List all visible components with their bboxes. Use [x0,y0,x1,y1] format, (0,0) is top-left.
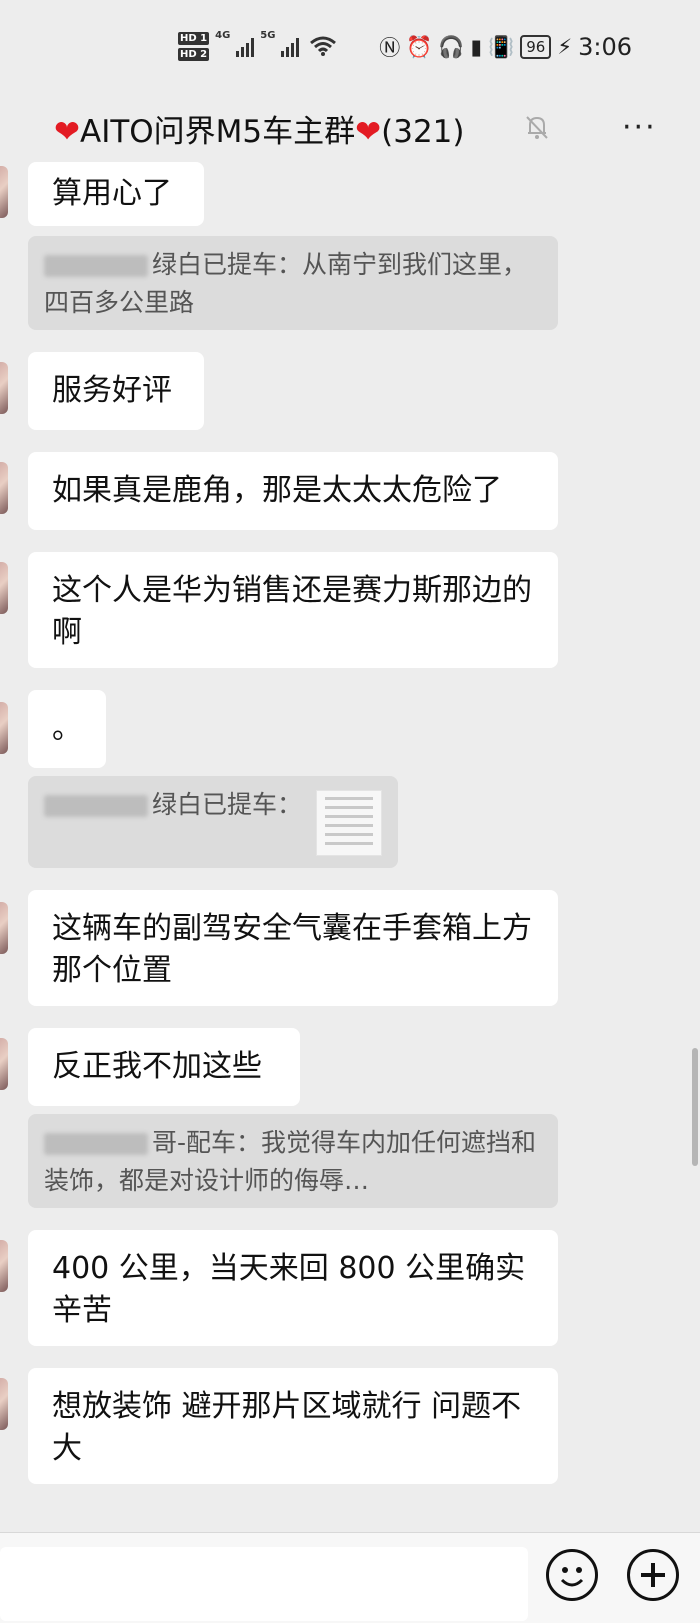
message-bubble[interactable]: 想放装饰 避开那片区域就行 问题不大 [28,1368,558,1484]
plus-button[interactable] [627,1549,679,1601]
message-input[interactable] [0,1547,528,1621]
message-text: 这辆车的副驾安全气囊在手套箱上方那个位置 [52,911,532,988]
more-options-button[interactable]: ··· [622,110,657,145]
heart-icon: ❤ [54,114,80,150]
avatar[interactable] [0,1378,8,1430]
system-indicators: Ⓝ ⏰ 🎧 ▮ 📳 96 ⚡ 3:06 [379,30,632,64]
hd2-badge: HD 2 [178,47,210,61]
chat-title[interactable]: ❤AITO问界M5车主群❤(321) [54,106,464,151]
network-5g-label: 5G [260,30,276,41]
hd1-badge: HD 1 [178,31,210,45]
status-bar: HD 1 HD 2 4G 5G Ⓝ ⏰ 🎧 ▮ 📳 96 ⚡ 3:06 [0,0,700,90]
message-text: 想放装饰 避开那片区域就行 问题不大 [52,1389,522,1466]
image-thumbnail[interactable] [316,790,382,856]
emoji-button[interactable] [546,1549,598,1601]
message-text: 算用心了 [52,176,172,211]
nfc-icon: Ⓝ [379,36,401,60]
message-bubble[interactable]: 服务好评 [28,352,204,430]
avatar[interactable] [0,902,8,954]
scrollbar[interactable] [692,1048,698,1166]
message-text: 如果真是鹿角，那是太太太危险了 [52,473,502,508]
message-bubble[interactable]: 算用心了 [28,162,204,226]
network-4g-label: 4G [215,30,231,41]
group-name: AITO问界M5车主群 [79,114,356,150]
avatar[interactable] [0,362,8,414]
quoted-message[interactable]: 绿白已提车：从南宁到我们这里，四百多公里路 [28,236,558,330]
battery-level: 96 [520,35,552,59]
emoji-icon [560,1567,584,1587]
quoted-message[interactable]: 哥-配车：我觉得车内加任何遮挡和装饰，都是对设计师的侮辱… [28,1114,558,1208]
wifi-icon [310,36,337,56]
battery-saver-icon: ▮ [470,35,483,59]
quote-text: 绿白已提车： [152,790,303,819]
chat-header: ❤AITO问界M5车主群❤(321) ··· [0,90,700,162]
signal-1-icon [236,35,255,57]
message-bubble[interactable]: 这个人是华为销售还是赛力斯那边的啊 [28,552,558,668]
input-bar [0,1532,700,1623]
avatar[interactable] [0,702,8,754]
avatar[interactable] [0,1038,8,1090]
signal-2-icon [281,35,300,57]
message-text: 反正我不加这些 [52,1049,262,1084]
avatar[interactable] [0,166,8,218]
message-bubble[interactable]: 这辆车的副驾安全气囊在手套箱上方那个位置 [28,890,558,1006]
alarm-icon: ⏰ [406,34,433,59]
headphones-icon: 🎧 [438,34,465,59]
network-indicators: HD 1 HD 2 4G 5G [178,26,337,66]
message-text: 服务好评 [52,373,172,408]
message-text: 。 [52,711,82,746]
avatar[interactable] [0,1240,8,1292]
redacted-name [44,1133,148,1155]
avatar[interactable] [0,562,8,614]
vibrate-icon: 📳 [488,34,515,59]
message-text: 这个人是华为销售还是赛力斯那边的啊 [52,573,532,650]
message-bubble[interactable]: 400 公里，当天来回 800 公里确实辛苦 [28,1230,558,1346]
heart-icon: ❤ [355,114,382,150]
quoted-message[interactable]: 绿白已提车： [28,776,398,868]
message-bubble[interactable]: 反正我不加这些 [28,1028,300,1106]
redacted-name [44,795,148,817]
message-list[interactable]: 算用心了 绿白已提车：从南宁到我们这里，四百多公里路 服务好评 如果真是鹿角，那… [0,162,700,1532]
avatar[interactable] [0,462,8,514]
message-text: 400 公里，当天来回 800 公里确实辛苦 [52,1251,526,1328]
clock: 3:06 [578,33,632,61]
mute-bell-icon [526,116,548,139]
message-bubble[interactable]: 。 [28,690,106,768]
member-count: (321) [381,114,465,150]
message-bubble[interactable]: 如果真是鹿角，那是太太太危险了 [28,452,558,530]
redacted-name [44,255,148,277]
charging-icon: ⚡ [557,35,573,59]
